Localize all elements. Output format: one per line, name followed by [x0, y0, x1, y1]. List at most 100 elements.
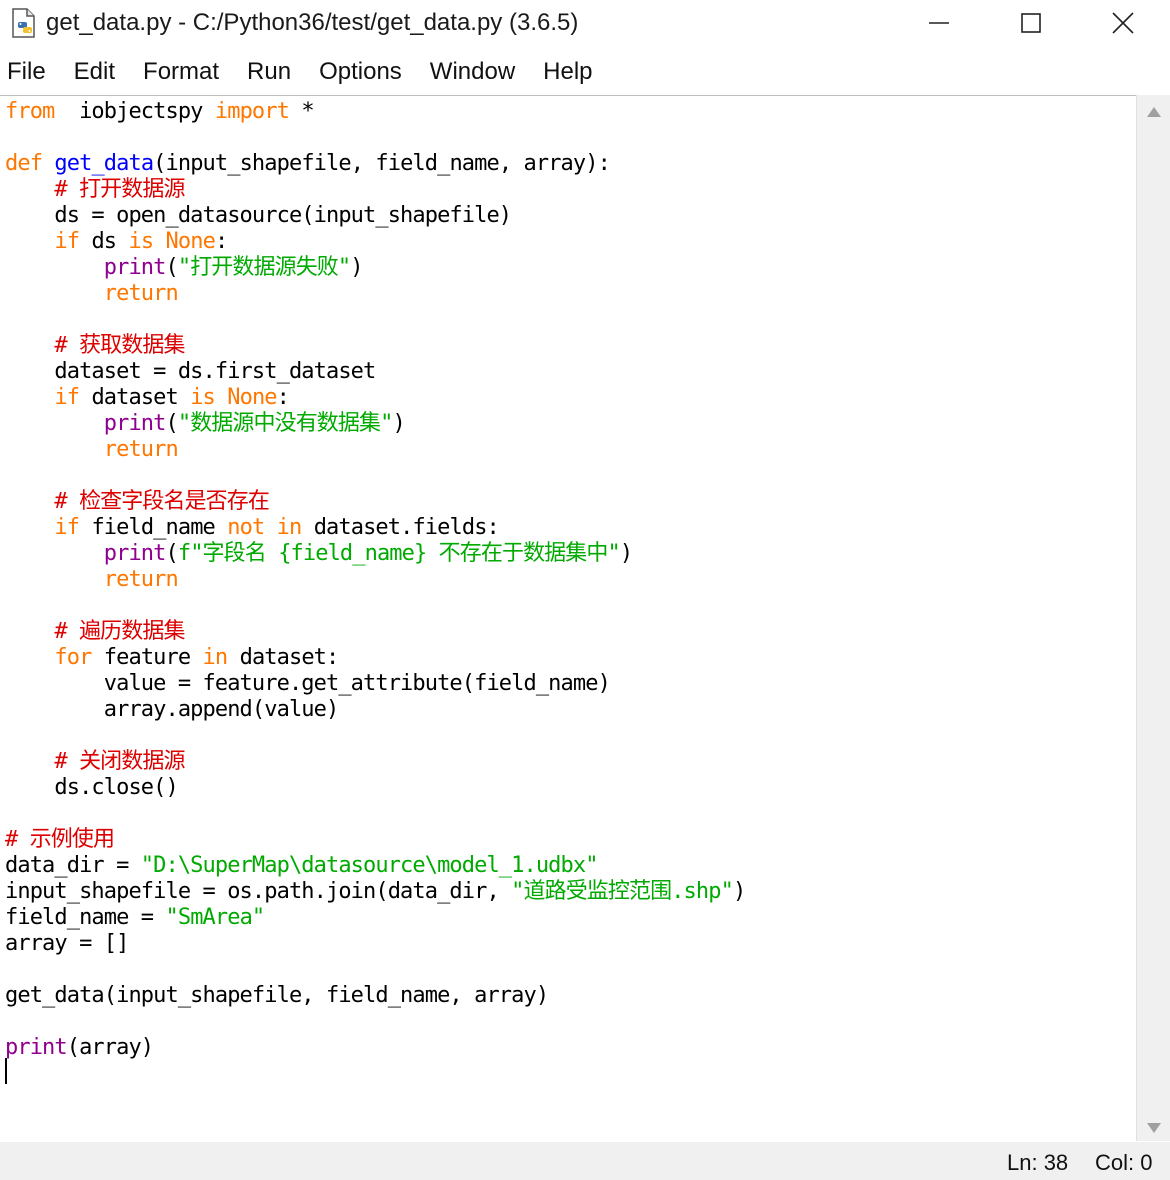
code-line[interactable]: [5, 307, 745, 333]
status-column-number: Col: 0: [1095, 1150, 1153, 1175]
code-line[interactable]: value = feature.get_attribute(field_name…: [5, 671, 745, 697]
status-line-number: Ln: 38: [1007, 1150, 1069, 1175]
code-token: not: [227, 515, 265, 540]
code-line[interactable]: array.append(value): [5, 697, 745, 723]
code-line[interactable]: data_dir = "D:\SuperMap\datasource\model…: [5, 853, 745, 879]
code-token: ): [350, 255, 363, 280]
code-token: ds.close(): [5, 775, 178, 800]
code-line[interactable]: [5, 1009, 745, 1035]
code-token: f"字段名 {field_name} 不存在于数据集中": [177, 541, 621, 566]
code-line[interactable]: [5, 1061, 745, 1087]
code-token: "数据源中没有数据集": [177, 411, 393, 436]
menu-bar: File Edit Format Run Options Window Help: [0, 54, 1170, 90]
vertical-scrollbar[interactable]: [1136, 95, 1170, 1141]
code-line[interactable]: print("数据源中没有数据集"): [5, 411, 745, 437]
code-token: (: [165, 411, 179, 436]
code-line[interactable]: array = []: [5, 931, 745, 957]
menu-help[interactable]: Help: [543, 58, 592, 86]
code-token: print: [103, 255, 167, 280]
code-token: iobjectspy: [54, 99, 215, 124]
code-token: "D:\SuperMap\datasource\model_1.udbx": [140, 853, 599, 878]
code-line[interactable]: [5, 593, 745, 619]
code-token: ): [392, 411, 405, 436]
code-line[interactable]: input_shapefile = os.path.join(data_dir,…: [5, 879, 746, 905]
code-line[interactable]: print("打开数据源失败"): [5, 255, 745, 281]
code-line[interactable]: for feature in dataset:: [5, 645, 745, 671]
menu-edit[interactable]: Edit: [74, 58, 115, 86]
menu-file[interactable]: File: [7, 58, 46, 86]
code-line[interactable]: field_name = "SmArea": [5, 905, 745, 931]
code-line[interactable]: # 关闭数据源: [5, 749, 745, 775]
code-line[interactable]: ds = open_datasource(input_shapefile): [5, 203, 745, 229]
code-token: ): [619, 541, 633, 566]
code-token: *: [288, 99, 314, 124]
code-line[interactable]: [5, 801, 745, 827]
menu-format[interactable]: Format: [143, 58, 219, 86]
code-token: dataset.fields:: [301, 515, 500, 540]
code-token: return: [103, 437, 179, 462]
code-token: field_name =: [5, 905, 166, 930]
scroll-up-arrow-icon[interactable]: [1146, 103, 1162, 122]
code-token: feature: [91, 645, 203, 670]
code-line[interactable]: return: [5, 567, 745, 593]
code-token: print: [5, 1035, 68, 1060]
code-line[interactable]: print(array): [5, 1035, 745, 1061]
code-token: if: [54, 515, 80, 540]
code-line[interactable]: # 遍历数据集: [5, 619, 745, 645]
code-line[interactable]: [5, 723, 745, 749]
code-line[interactable]: if ds is None:: [5, 229, 745, 255]
menu-run[interactable]: Run: [247, 58, 291, 86]
code-token: print: [103, 411, 167, 436]
status-bar: Ln: 38 Col: 0: [0, 1142, 1170, 1180]
menu-options[interactable]: Options: [319, 58, 402, 86]
scroll-down-arrow-icon[interactable]: [1146, 1119, 1162, 1138]
minimize-icon: [929, 22, 949, 24]
code-token: "打开数据源失败": [177, 255, 351, 280]
python-file-icon[interactable]: [8, 7, 40, 39]
window-title: get_data.py - C:/Python36/test/get_data.…: [46, 9, 579, 36]
minimize-button[interactable]: [904, 0, 974, 46]
code-line[interactable]: return: [5, 281, 745, 307]
code-line[interactable]: if dataset is None:: [5, 385, 745, 411]
code-line[interactable]: # 示例使用: [5, 827, 745, 853]
code-token: field_name: [79, 515, 228, 540]
code-line[interactable]: # 获取数据集: [5, 333, 745, 359]
close-button[interactable]: [1088, 0, 1158, 46]
maximize-button[interactable]: [996, 0, 1066, 46]
code-token: (: [165, 255, 179, 280]
code-token: return: [103, 281, 179, 306]
code-token: is: [128, 229, 154, 254]
code-line[interactable]: print(f"字段名 {field_name} 不存在于数据集中"): [5, 541, 745, 567]
code-line[interactable]: if field_name not in dataset.fields:: [5, 515, 745, 541]
code-text[interactable]: from iobjectspy import * def get_data(in…: [5, 99, 746, 1087]
code-line[interactable]: [5, 957, 745, 983]
code-line[interactable]: from iobjectspy import *: [5, 99, 745, 125]
code-token: value = feature.get_attribute(field_name…: [5, 671, 611, 696]
code-line[interactable]: def get_data(input_shapefile, field_name…: [5, 151, 745, 177]
code-token: def: [5, 151, 43, 176]
code-token: is: [190, 385, 216, 410]
code-line[interactable]: return: [5, 437, 745, 463]
code-line[interactable]: ds.close(): [5, 775, 745, 801]
code-token: # 获取数据集: [54, 333, 185, 358]
code-token: input_shapefile = os.path.join(data_dir,: [5, 879, 512, 904]
menu-window[interactable]: Window: [430, 58, 515, 86]
code-line[interactable]: get_data(input_shapefile, field_name, ar…: [5, 983, 745, 1009]
code-token: return: [103, 567, 179, 592]
code-editor[interactable]: from iobjectspy import * def get_data(in…: [0, 95, 1136, 1143]
code-line[interactable]: # 检查字段名是否存在: [5, 489, 745, 515]
code-token: data_dir =: [5, 853, 141, 878]
code-line[interactable]: [5, 125, 745, 151]
code-line[interactable]: [5, 463, 745, 489]
code-line[interactable]: # 打开数据源: [5, 177, 745, 203]
code-line[interactable]: dataset = ds.first_dataset: [5, 359, 745, 385]
